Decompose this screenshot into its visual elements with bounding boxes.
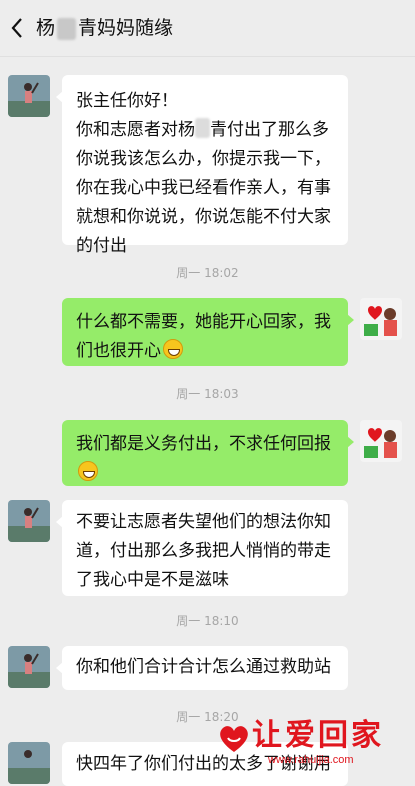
timestamp: 周一 18:03	[176, 387, 239, 401]
redaction-blur	[195, 118, 210, 138]
timestamp: 周一 18:20	[176, 710, 239, 724]
message-line: 你说我该怎么办，你提示我一下，	[76, 149, 331, 169]
avatar-self[interactable]	[360, 298, 402, 340]
message-text: 快四年了你们付出的太多了谢谢用	[76, 754, 331, 774]
message-bubble[interactable]: 不要让志愿者失望他们的想法你知道，付出那么多我把人悄悄的带走了我心中是不是滋味	[56, 500, 348, 596]
redaction-blur	[57, 17, 77, 40]
avatar-self[interactable]	[360, 420, 402, 462]
chevron-left-icon[interactable]	[8, 14, 28, 42]
title-text-part1: 杨	[36, 17, 56, 39]
grinning-emoji-icon	[78, 461, 98, 481]
chat-header: 杨青妈妈随缘	[0, 0, 415, 57]
message-text: 不要让志愿者失望他们的想法你知道，付出那么多我把人悄悄的带走了我心中是不是滋味	[76, 512, 331, 590]
message-text: 什么都不需要，她能开心回家，我们也很开心	[76, 312, 331, 361]
message-text: 你和他们合计合计怎么通过救助站	[76, 657, 331, 677]
chat-title: 杨青妈妈随缘	[36, 13, 173, 43]
avatar-contact[interactable]	[8, 742, 50, 784]
message-bubble[interactable]: 快四年了你们付出的太多了谢谢用	[62, 742, 348, 786]
message-bubble[interactable]: 我们都是义务付出，不求任何回报	[62, 420, 354, 486]
message-bubble[interactable]: 什么都不需要，她能开心回家，我们也很开心	[62, 298, 354, 366]
avatar-contact[interactable]	[8, 500, 50, 542]
message-line: 你和志愿者对杨 青付出了那么多	[76, 118, 329, 140]
message-line: 就想和你说说，你说怎能不付大家	[76, 207, 331, 227]
grinning-emoji-icon	[163, 339, 183, 359]
timestamp: 周一 18:02	[176, 266, 239, 280]
message-line: 你在我心中我已经看作亲人，有事	[76, 178, 331, 198]
message-line: 张主任你好！	[76, 91, 178, 111]
avatar-contact[interactable]	[8, 75, 50, 117]
timestamp: 周一 18:10	[176, 614, 239, 628]
message-bubble[interactable]: 你和他们合计合计怎么通过救助站	[56, 646, 348, 690]
message-bubble[interactable]: 张主任你好！ 你和志愿者对杨 青付出了那么多 你说我该怎么办，你提示我一下， 你在…	[56, 75, 348, 256]
avatar-contact[interactable]	[8, 646, 50, 688]
message-line: 的付出	[76, 236, 127, 256]
title-text-part2: 青妈妈随缘	[78, 17, 174, 39]
message-text: 我们都是义务付出，不求任何回报	[76, 434, 331, 454]
